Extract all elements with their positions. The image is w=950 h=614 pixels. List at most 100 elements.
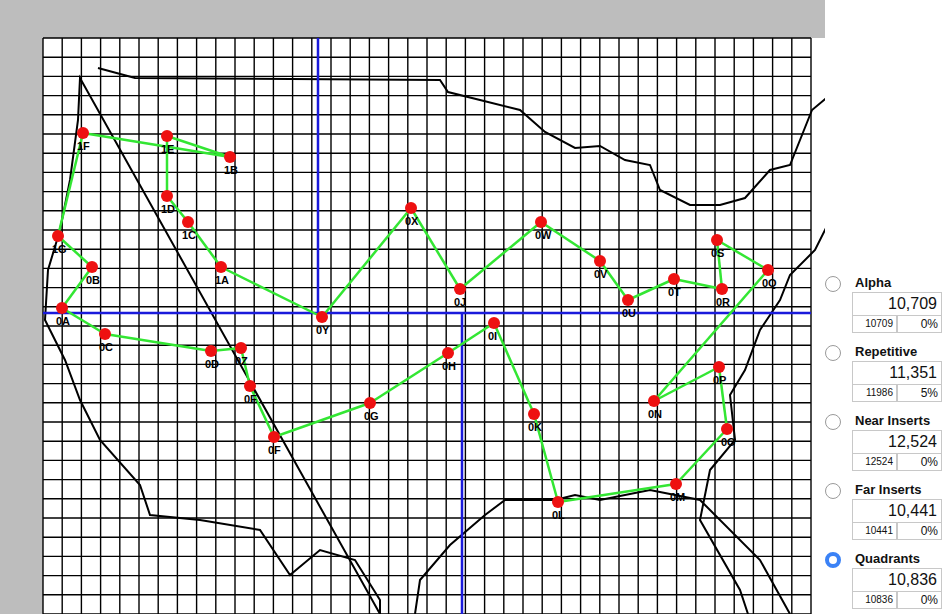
city-label: 0M	[670, 491, 685, 503]
distance-field: 10,441	[852, 499, 942, 523]
city-node[interactable]	[721, 423, 733, 435]
city-label: 1A	[215, 274, 229, 286]
raw-field: 10441	[852, 523, 897, 540]
city-node[interactable]	[528, 408, 540, 420]
city-node[interactable]	[161, 130, 173, 142]
option-label: Near Inserts	[852, 412, 942, 430]
map-panel: 1F1E1B1D1C1A1G0B0A0C0D0Z0E0F0G0H0I0K0L0M…	[43, 38, 825, 614]
city-node[interactable]	[442, 347, 454, 359]
tour-edge	[370, 353, 448, 403]
city-node[interactable]	[224, 151, 236, 163]
city-node[interactable]	[622, 294, 634, 306]
city-label: 0W	[535, 229, 552, 241]
city-label: 0G	[364, 410, 379, 422]
city-label: 0N	[648, 408, 662, 420]
city-labels: 1F1E1B1D1C1A1G0B0A0C0D0Z0E0F0G0H0I0K0L0M…	[52, 140, 777, 521]
city-node[interactable]	[552, 496, 564, 508]
stats-row: 119865%	[852, 385, 942, 402]
quadrant-lines	[43, 38, 811, 614]
tour-edge	[322, 208, 411, 317]
city-node[interactable]	[670, 478, 682, 490]
city-node[interactable]	[99, 328, 111, 340]
tour-edge	[717, 240, 768, 270]
city-node[interactable]	[364, 397, 376, 409]
city-node[interactable]	[244, 380, 256, 392]
city-label: 0C	[99, 341, 113, 353]
distance-field: 10,836	[852, 568, 942, 592]
city-label: 0I	[488, 330, 497, 342]
city-label: 0F	[268, 444, 281, 456]
distance-field: 11,351	[852, 361, 942, 385]
stats-row: 125240%	[852, 454, 942, 471]
app: 1F1E1B1D1C1A1G0B0A0C0D0Z0E0F0G0H0I0K0L0M…	[0, 0, 950, 614]
radio-button[interactable]	[825, 276, 841, 292]
tour-edge	[494, 323, 534, 414]
tour-edge	[676, 429, 727, 484]
city-label: 1D	[161, 203, 175, 215]
city-label: 1C	[182, 229, 196, 241]
city-node[interactable]	[648, 395, 660, 407]
tour-edge	[167, 136, 230, 157]
city-node[interactable]	[454, 283, 466, 295]
distance-field: 12,524	[852, 430, 942, 454]
algorithm-option: Quadrants10,836108360%	[825, 550, 942, 609]
city-label: 1G	[52, 243, 67, 255]
radio-button[interactable]	[825, 345, 841, 361]
tour-edge	[558, 484, 676, 502]
city-node[interactable]	[268, 431, 280, 443]
city-node[interactable]	[668, 273, 680, 285]
city-node[interactable]	[711, 234, 723, 246]
percent-field: 0%	[897, 592, 942, 609]
city-node[interactable]	[215, 261, 227, 273]
city-node[interactable]	[762, 264, 774, 276]
city-node[interactable]	[316, 311, 328, 323]
city-label: 0Q	[762, 277, 777, 289]
city-node[interactable]	[535, 216, 547, 228]
city-label: 0E	[244, 393, 257, 405]
city-label: 1E	[161, 143, 174, 155]
city-label: 0P	[713, 374, 726, 386]
city-node[interactable]	[235, 342, 247, 354]
city-node[interactable]	[86, 261, 98, 273]
city-node[interactable]	[405, 202, 417, 214]
city-label: 0X	[405, 215, 419, 227]
stats-row: 104410%	[852, 523, 942, 540]
city-node[interactable]	[52, 230, 64, 242]
city-node[interactable]	[205, 345, 217, 357]
raw-field: 10709	[852, 316, 897, 333]
percent-field: 0%	[897, 523, 942, 540]
raw-field: 12524	[852, 454, 897, 471]
tour-edge	[221, 267, 322, 317]
city-label: 1F	[77, 140, 90, 152]
city-node[interactable]	[488, 317, 500, 329]
tour-map: 1F1E1B1D1C1A1G0B0A0C0D0Z0E0F0G0H0I0K0L0M…	[43, 38, 825, 614]
radio-button[interactable]	[825, 483, 841, 499]
city-node[interactable]	[56, 302, 68, 314]
city-label: 0D	[205, 358, 219, 370]
radio-button[interactable]	[825, 414, 841, 430]
city-nodes	[52, 127, 774, 508]
city-node[interactable]	[161, 190, 173, 202]
distance-field: 10,709	[852, 292, 942, 316]
tour-edge	[674, 279, 722, 289]
city-node[interactable]	[713, 361, 725, 373]
algorithm-panel: Alpha10,709107090%Repetitive11,351119865…	[825, 0, 950, 614]
city-label: 0R	[716, 296, 730, 308]
city-label: 0Y	[316, 324, 330, 336]
grid	[43, 38, 811, 614]
city-node[interactable]	[182, 216, 194, 228]
city-node[interactable]	[716, 283, 728, 295]
tour-edge	[460, 222, 541, 289]
city-node[interactable]	[594, 255, 606, 267]
tour-edge	[83, 133, 230, 157]
raw-field: 10836	[852, 592, 897, 609]
tour-edge	[654, 367, 719, 401]
stats-row: 108360%	[852, 592, 942, 609]
radio-button[interactable]	[825, 552, 841, 568]
city-label: 1B	[224, 164, 238, 176]
city-label: 0Z	[235, 355, 248, 367]
city-label: 0B	[86, 274, 100, 286]
percent-field: 0%	[897, 454, 942, 471]
city-node[interactable]	[77, 127, 89, 139]
algorithm-option: Repetitive11,351119865%	[825, 343, 942, 402]
